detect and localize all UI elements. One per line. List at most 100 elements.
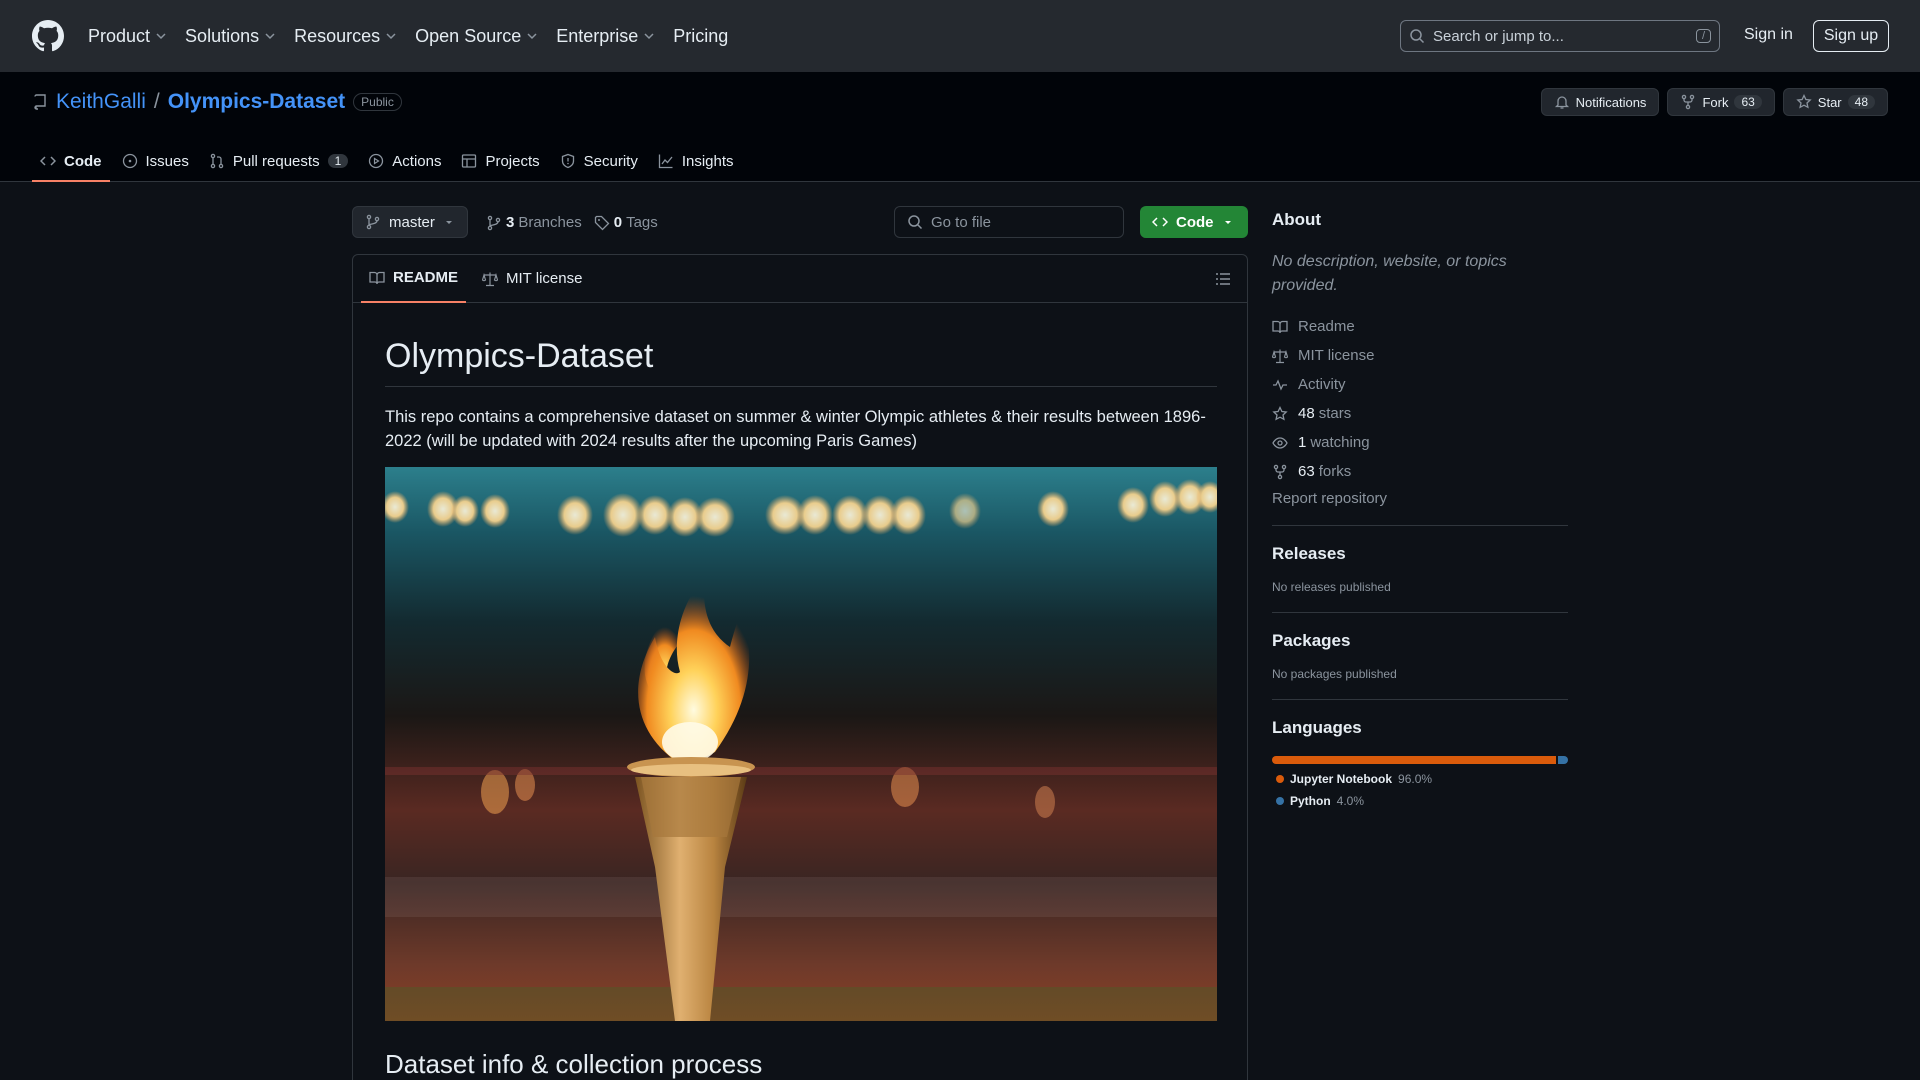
code-icon xyxy=(40,156,56,166)
watching-count: 1 xyxy=(1298,434,1307,451)
section-heading-dataset-info: Dataset info & collection process xyxy=(385,1049,763,1079)
fork-button[interactable]: Fork 63 xyxy=(1667,88,1775,116)
sign-up-button[interactable]: Sign up xyxy=(1813,20,1889,52)
forks-count: 63 xyxy=(1298,463,1315,480)
sign-in-link[interactable]: Sign in xyxy=(1744,26,1793,44)
nav-product-label: Product xyxy=(88,25,151,46)
packages-heading[interactable]: Packages xyxy=(1272,631,1568,651)
language-item-python[interactable]: Python 4.0% xyxy=(1272,794,1568,808)
tags-link[interactable]: 0 Tags xyxy=(594,214,658,231)
branch-icon xyxy=(487,215,501,230)
nav-pricing[interactable]: Pricing xyxy=(673,26,728,47)
notifications-button[interactable]: Notifications xyxy=(1540,88,1660,116)
tab-insights-label: Insights xyxy=(681,152,734,170)
repo-owner-link[interactable]: KeithGalli xyxy=(56,90,146,114)
law-icon xyxy=(1272,349,1288,363)
star-icon xyxy=(1796,94,1812,109)
branches-link[interactable]: 3 Branches xyxy=(486,214,582,231)
language-color-dot xyxy=(1276,775,1284,783)
license-tab[interactable]: MIT license xyxy=(474,255,590,303)
about-links: Readme MIT license Activity 48 stars 1 w… xyxy=(1272,312,1568,486)
pull-requests-count: 1 xyxy=(327,154,349,168)
visibility-badge: Public xyxy=(353,93,402,111)
github-logo-icon[interactable] xyxy=(32,20,64,52)
activity-link[interactable]: Activity xyxy=(1272,370,1568,399)
caret-down-icon xyxy=(445,221,452,224)
nav-resources[interactable]: Resources xyxy=(294,26,397,47)
forks-link[interactable]: 63 forks xyxy=(1272,457,1568,486)
stars-count: 48 xyxy=(1298,405,1315,422)
readme-title: Olympics-Dataset xyxy=(385,337,1217,387)
star-label: Star xyxy=(1817,94,1842,110)
languages-heading: Languages xyxy=(1272,718,1362,737)
license-tab-label: MIT license xyxy=(506,270,583,287)
repo-title: KeithGalli / Olympics-Dataset Public xyxy=(32,90,402,114)
tab-insights[interactable]: Insights xyxy=(650,142,742,180)
code-dropdown-button[interactable]: Code xyxy=(1140,206,1248,238)
pulse-icon xyxy=(1273,378,1287,391)
law-icon xyxy=(482,272,499,286)
nav-product[interactable]: Product xyxy=(88,26,167,47)
repo-name-link[interactable]: Olympics-Dataset xyxy=(168,90,345,114)
readme-panel: README MIT license Olympics-Dataset This… xyxy=(352,254,1248,1080)
search-icon xyxy=(1410,29,1425,44)
search-placeholder: Search or jump to... xyxy=(1433,27,1564,45)
repo-sidebar: About No description, website, or topics… xyxy=(1272,210,1568,808)
tab-code[interactable]: Code xyxy=(32,142,110,182)
list-unordered-icon[interactable] xyxy=(1215,271,1231,287)
divider xyxy=(1272,612,1568,613)
bell-icon xyxy=(1554,96,1569,109)
license-link-label: MIT license xyxy=(1298,347,1375,364)
olympic-torch-image xyxy=(385,467,1217,1021)
tab-projects[interactable]: Projects xyxy=(453,142,547,180)
stars-link[interactable]: 48 stars xyxy=(1272,399,1568,428)
go-to-file-input[interactable]: Go to file xyxy=(894,206,1124,238)
nav-pricing-label: Pricing xyxy=(673,25,729,46)
readme-link-label: Readme xyxy=(1298,318,1355,335)
divider xyxy=(1272,525,1568,526)
tab-actions-label: Actions xyxy=(392,152,442,170)
star-count: 48 xyxy=(1847,95,1875,109)
language-name: Jupyter Notebook xyxy=(1290,772,1393,786)
nav-enterprise[interactable]: Enterprise xyxy=(556,26,655,47)
nav-solutions-label: Solutions xyxy=(185,25,260,46)
chevron-down-icon xyxy=(386,33,396,40)
nav-open-source-label: Open Source xyxy=(415,25,522,46)
eye-icon xyxy=(1272,436,1288,449)
activity-link-label: Activity xyxy=(1298,376,1346,393)
star-button[interactable]: Star 48 xyxy=(1782,88,1888,116)
license-link[interactable]: MIT license xyxy=(1272,341,1568,370)
table-icon xyxy=(462,154,477,168)
caret-down-icon xyxy=(1224,221,1231,224)
readme-description: This repo contains a comprehensive datas… xyxy=(385,408,1206,450)
branch-selector[interactable]: master xyxy=(352,206,468,238)
language-item-jupyter[interactable]: Jupyter Notebook 96.0% xyxy=(1272,772,1568,786)
releases-heading[interactable]: Releases xyxy=(1272,544,1568,564)
nav-resources-label: Resources xyxy=(294,25,381,46)
fork-label: Fork xyxy=(1702,94,1729,110)
branches-label: Branches xyxy=(518,214,582,231)
go-to-file-placeholder: Go to file xyxy=(931,213,992,231)
search-input[interactable]: Search or jump to... / xyxy=(1400,20,1720,52)
readme-tabs: README MIT license xyxy=(353,255,1247,303)
tab-actions[interactable]: Actions xyxy=(360,142,449,180)
shield-icon xyxy=(561,153,574,169)
tab-security[interactable]: Security xyxy=(552,142,646,180)
repo-icon xyxy=(34,94,46,110)
readme-link[interactable]: Readme xyxy=(1272,312,1568,341)
tag-icon xyxy=(594,215,610,230)
nav-solutions[interactable]: Solutions xyxy=(185,26,276,47)
nav-open-source[interactable]: Open Source xyxy=(415,26,538,47)
watching-link[interactable]: 1 watching xyxy=(1272,428,1568,457)
report-repository-link[interactable]: Report repository xyxy=(1272,490,1568,507)
language-bar-python xyxy=(1558,756,1568,764)
readme-tab[interactable]: README xyxy=(361,255,467,303)
tab-issues[interactable]: Issues xyxy=(114,142,197,180)
tab-pull-requests-label: Pull requests xyxy=(232,152,320,170)
search-shortcut-key: / xyxy=(1695,29,1711,43)
tab-issues-label: Issues xyxy=(145,152,189,170)
language-bar-jupyter xyxy=(1272,756,1557,764)
language-bar xyxy=(1272,756,1568,764)
chevron-down-icon xyxy=(527,33,537,40)
tab-pull-requests[interactable]: Pull requests 1 xyxy=(201,142,356,180)
